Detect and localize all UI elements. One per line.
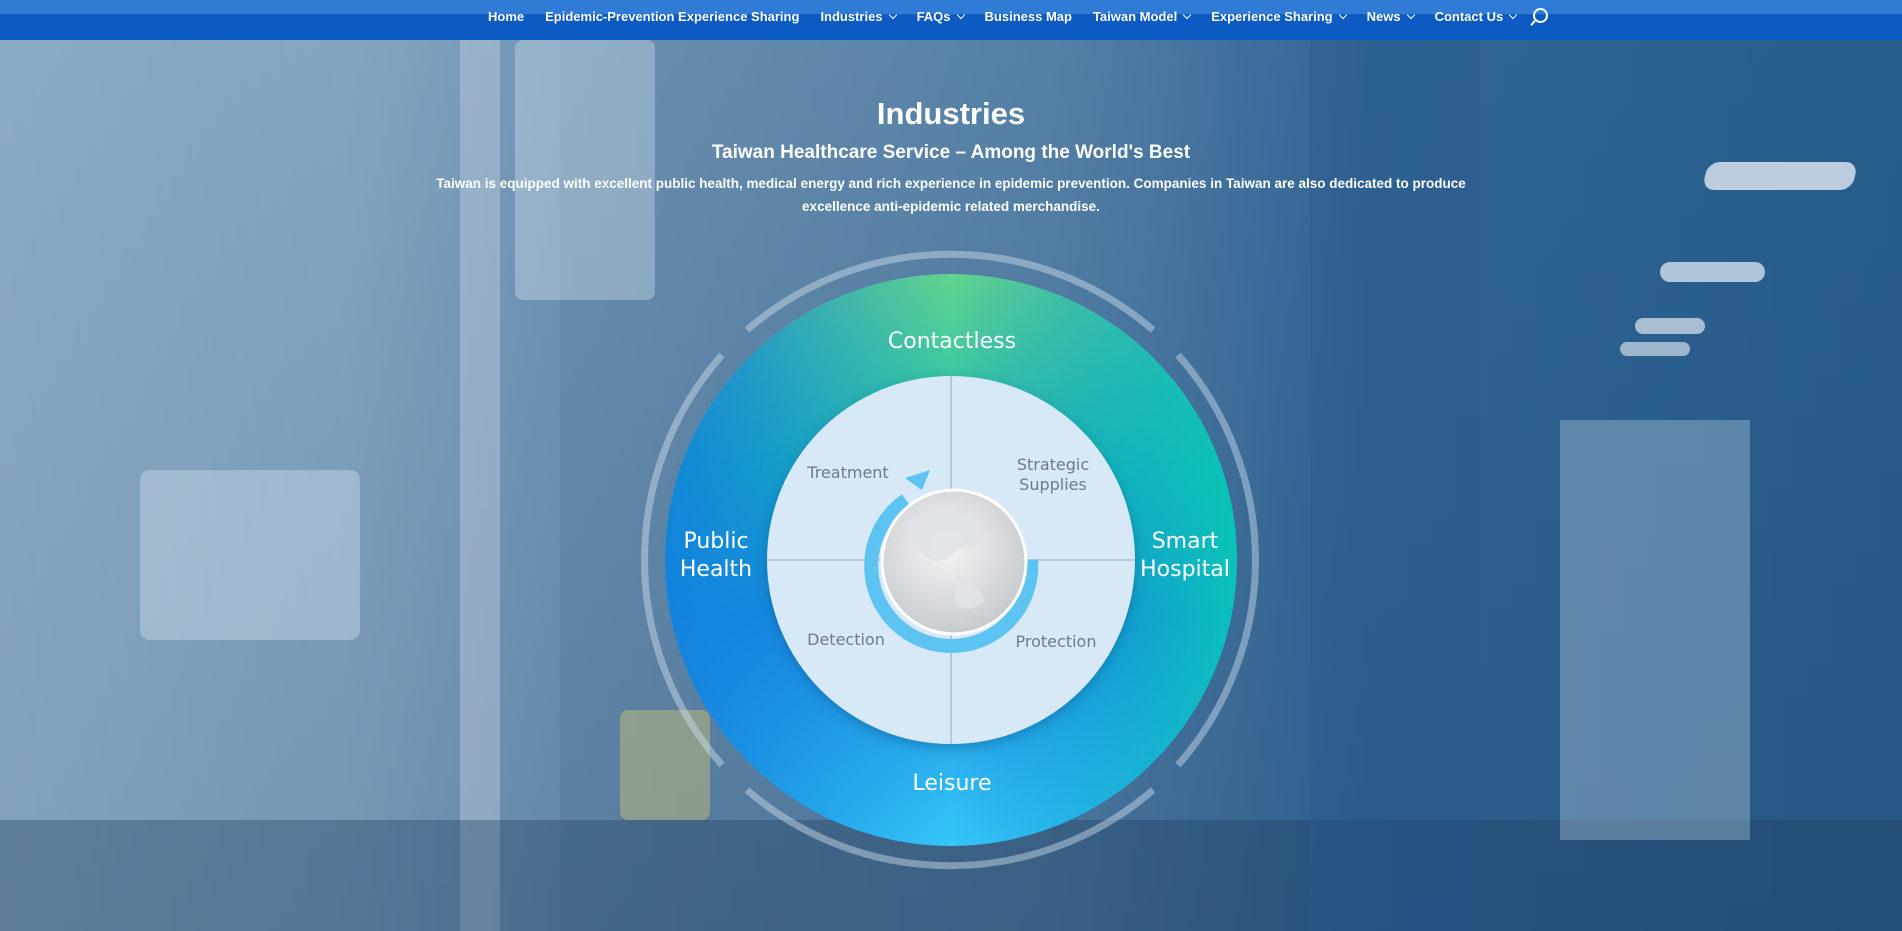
chevron-down-icon — [1338, 10, 1347, 20]
label-public-line1: Public — [683, 529, 748, 554]
label-smart-line1: Smart — [1152, 529, 1219, 554]
label-smart-line2: Hospital — [1140, 557, 1230, 582]
chevron-down-icon — [956, 10, 965, 20]
industries-diagram: Contactless Public Health Smart Hospital… — [641, 250, 1259, 870]
nav-industries-label: Industries — [820, 9, 883, 24]
nav-epidemic-prevention-experience-sharing[interactable]: Epidemic-Prevention Experience Sharing — [545, 9, 799, 24]
nav-experience-sharing-label: Experience Sharing — [1211, 9, 1333, 24]
label-protection: Protection — [1016, 632, 1097, 651]
main-menu: Home Epidemic-Prevention Experience Shar… — [488, 8, 1549, 24]
nav-home[interactable]: Home — [488, 9, 524, 24]
search-icon[interactable] — [1533, 8, 1549, 23]
nav-business-map[interactable]: Business Map — [985, 9, 1072, 24]
chevron-down-icon — [888, 10, 897, 20]
nav-taiwan-model[interactable]: Taiwan Model — [1092, 9, 1192, 24]
nav-business-map-label: Business Map — [984, 9, 1072, 24]
nav-epidemic-label: Epidemic-Prevention Experience Sharing — [545, 9, 800, 24]
nav-experience-sharing[interactable]: Experience Sharing — [1211, 9, 1347, 24]
top-navigation-bar: Home Epidemic-Prevention Experience Shar… — [0, 0, 1902, 40]
nav-taiwan-model-label: Taiwan Model — [1092, 9, 1178, 24]
label-public-line2: Health — [680, 557, 752, 582]
globe-icon — [880, 488, 1028, 636]
nav-contact-us-label: Contact Us — [1434, 9, 1504, 24]
label-leisure: Leisure — [912, 771, 991, 796]
nav-news[interactable]: News — [1366, 9, 1415, 24]
chevron-down-icon — [1182, 10, 1192, 20]
label-detection: Detection — [807, 630, 885, 649]
nav-home-label: Home — [488, 9, 525, 24]
label-treatment: Treatment — [806, 463, 888, 482]
nav-contact-us[interactable]: Contact Us — [1434, 9, 1518, 24]
chevron-down-icon — [1406, 10, 1415, 20]
label-contactless: Contactless — [888, 329, 1016, 354]
nav-industries[interactable]: Industries — [820, 9, 897, 24]
nav-news-label: News — [1366, 9, 1401, 24]
nav-faqs[interactable]: FAQs — [916, 9, 965, 24]
label-strategic-line1: Strategic — [1017, 455, 1089, 474]
label-strategic-line2: Supplies — [1019, 475, 1087, 494]
nav-faqs-label: FAQs — [916, 9, 951, 24]
chevron-down-icon — [1508, 10, 1518, 20]
